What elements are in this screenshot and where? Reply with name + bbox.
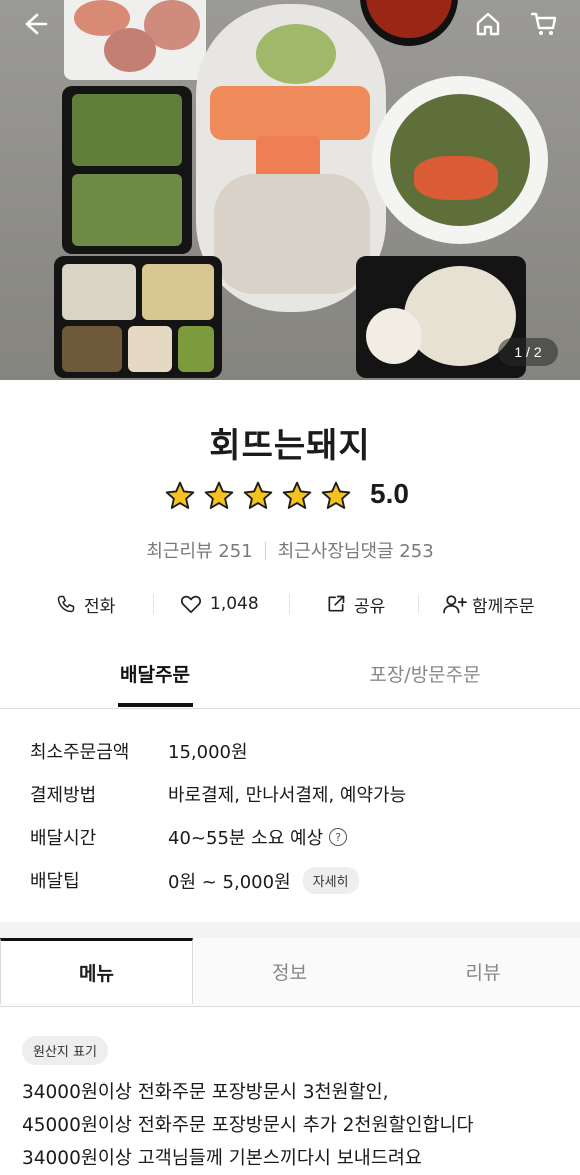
home-button[interactable] xyxy=(472,8,504,40)
rating-stars xyxy=(164,480,352,512)
side-dish-tray-image xyxy=(54,256,222,378)
share-icon xyxy=(328,595,345,612)
group-order-label: 함께주문 xyxy=(472,596,535,617)
order-type-tabs: 배달주문 포장/방문주문 xyxy=(0,660,580,709)
content-tabs: 메뉴 정보 리뷰 xyxy=(0,938,580,1007)
share-label: 공유 xyxy=(354,596,386,617)
notice-line: 34000원이상 고객님들께 기본스끼다시 보내드려요 xyxy=(22,1148,422,1169)
delivery-time-row: 배달시간 40~55분 소요 예상 ? xyxy=(30,824,560,867)
help-icon[interactable]: ? xyxy=(329,828,348,846)
tab-menu[interactable]: 메뉴 xyxy=(0,938,193,1004)
divider xyxy=(289,594,290,614)
delivery-time-value: 40~55분 소요 예상 xyxy=(168,828,324,849)
recent-reviews-link[interactable]: 최근리뷰 251 xyxy=(146,541,252,562)
star-icon xyxy=(165,481,195,509)
payment-label: 결제방법 xyxy=(30,785,97,806)
owner-comments-link[interactable]: 최근사장님댓글 253 xyxy=(278,541,434,562)
delivery-tip-row: 배달팁 0원 ~ 5,000원 자세히 xyxy=(30,867,560,910)
divider xyxy=(418,594,419,614)
tip-detail-button[interactable]: 자세히 xyxy=(302,867,359,894)
star-icon xyxy=(321,481,351,509)
store-notice: 34000원이상 전화주문 포장방문시 3천원할인, 45000원이상 전화주문… xyxy=(22,1076,567,1175)
min-order-label: 최소주문금액 xyxy=(30,742,130,763)
delivery-time-label: 배달시간 xyxy=(30,828,97,849)
delivery-time-value-group: 40~55분 소요 예상 ? xyxy=(168,824,348,850)
salad-tray-image xyxy=(62,86,192,254)
phone-icon xyxy=(57,595,75,613)
divider xyxy=(264,542,266,560)
home-icon xyxy=(476,12,500,36)
back-button[interactable] xyxy=(19,8,51,40)
arrow-left-icon xyxy=(25,13,48,35)
tab-delivery[interactable]: 배달주문 xyxy=(95,660,215,706)
share-button[interactable]: 공유 xyxy=(326,588,385,620)
delivery-tip-value: 0원 ~ 5,000원 xyxy=(168,871,291,893)
image-counter: 1 / 2 xyxy=(498,338,558,366)
tab-reviews[interactable]: 리뷰 xyxy=(386,938,580,1004)
rating-score: 5.0 xyxy=(370,478,409,509)
min-order-row: 최소주문금액 15,000원 xyxy=(30,738,560,781)
salad-bowl-image xyxy=(372,76,548,244)
group-order-button[interactable]: 함께주문 xyxy=(442,588,535,620)
notice-line: 34000원이상 전화주문 포장방문시 3천원할인, xyxy=(22,1082,389,1103)
payment-row: 결제방법 바로결제, 만나서결제, 예약가능 xyxy=(30,781,560,824)
call-button[interactable]: 전화 xyxy=(56,588,115,620)
cart-button[interactable] xyxy=(528,8,560,40)
like-count: 1,048 xyxy=(210,594,259,614)
review-summary: 최근리뷰 251 최근사장님댓글 253 xyxy=(0,537,580,563)
notice-line: 45000원이상 전화주문 포장방문시 추가 2천원할인합니다 xyxy=(22,1115,474,1136)
star-icon xyxy=(282,481,312,509)
section-divider xyxy=(0,922,580,938)
divider xyxy=(153,594,154,614)
cart-icon xyxy=(530,12,557,35)
call-label: 전화 xyxy=(84,596,116,617)
store-name: 회뜨는돼지 xyxy=(209,426,371,466)
delivery-tip-value-group: 0원 ~ 5,000원 자세히 xyxy=(168,867,359,894)
store-hero-image[interactable]: 1 / 2 xyxy=(0,0,580,380)
payment-value: 바로결제, 만나서결제, 예약가능 xyxy=(168,785,407,806)
origin-label-badge[interactable]: 원산지 표기 xyxy=(22,1036,108,1065)
store-actions-bar: 전화 1,048 공유 함께주문 xyxy=(0,588,580,620)
add-person-icon xyxy=(443,595,467,614)
tab-info[interactable]: 정보 xyxy=(193,938,386,1004)
delivery-info: 최소주문금액 15,000원 결제방법 바로결제, 만나서결제, 예약가능 배달… xyxy=(30,738,560,910)
min-order-value: 15,000원 xyxy=(168,742,248,763)
heart-icon xyxy=(181,595,201,614)
active-tab-indicator xyxy=(118,703,193,707)
delivery-tip-label: 배달팁 xyxy=(30,871,80,892)
tab-pickup[interactable]: 포장/방문주문 xyxy=(340,660,510,706)
star-icon xyxy=(243,481,273,509)
like-button[interactable]: 1,048 xyxy=(180,588,259,620)
scallop-plate-image xyxy=(64,0,206,80)
star-icon xyxy=(204,481,234,509)
